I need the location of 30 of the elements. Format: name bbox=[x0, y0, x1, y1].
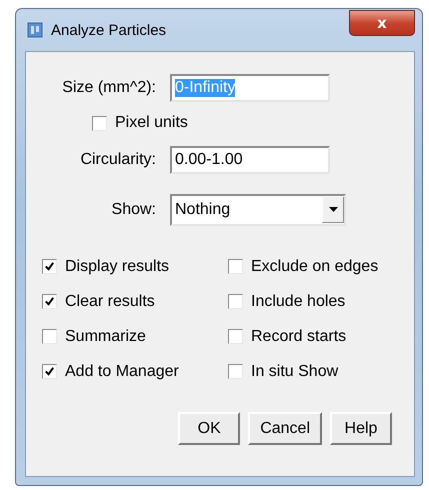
checkbox-label[interactable]: Include holes bbox=[251, 292, 346, 310]
checkbox[interactable] bbox=[42, 329, 57, 344]
checkbox[interactable] bbox=[92, 116, 107, 130]
checkbox-label[interactable]: Pixel units bbox=[115, 114, 188, 132]
dialog-button[interactable]: Help bbox=[330, 412, 392, 445]
checkbox[interactable] bbox=[42, 294, 57, 309]
checkbox[interactable] bbox=[42, 259, 57, 274]
checkbox[interactable] bbox=[228, 364, 243, 379]
checkbox[interactable] bbox=[228, 294, 243, 309]
checkbox-label[interactable]: Add to Manager bbox=[65, 362, 179, 380]
dropdown-label: Show: bbox=[110, 201, 156, 219]
show-dropdown[interactable]: Nothing bbox=[170, 194, 346, 226]
checkbox-label[interactable]: Record starts bbox=[251, 328, 346, 346]
checkbox[interactable] bbox=[42, 364, 57, 379]
close-button[interactable]: x bbox=[349, 10, 415, 36]
dialog-button[interactable]: OK bbox=[178, 412, 240, 445]
checkbox-label[interactable]: Exclude on edges bbox=[251, 258, 378, 276]
checkbox[interactable] bbox=[228, 259, 243, 274]
field-label: Size (mm^2): bbox=[61, 79, 156, 97]
checkbox-label[interactable]: Summarize bbox=[65, 328, 146, 346]
window-title: Analyze Particles bbox=[51, 22, 166, 38]
text-field[interactable]: 0.00-1.00 bbox=[170, 146, 330, 174]
dialog-button[interactable]: Cancel bbox=[248, 412, 322, 445]
field-label: Circularity: bbox=[79, 151, 156, 169]
dropdown-arrow-icon bbox=[328, 207, 338, 212]
checkbox-label[interactable]: Clear results bbox=[65, 292, 155, 310]
checkbox[interactable] bbox=[228, 329, 243, 344]
checkbox-label[interactable]: In situ Show bbox=[251, 362, 338, 380]
app-icon bbox=[27, 22, 43, 38]
checkbox-label[interactable]: Display results bbox=[65, 258, 170, 276]
